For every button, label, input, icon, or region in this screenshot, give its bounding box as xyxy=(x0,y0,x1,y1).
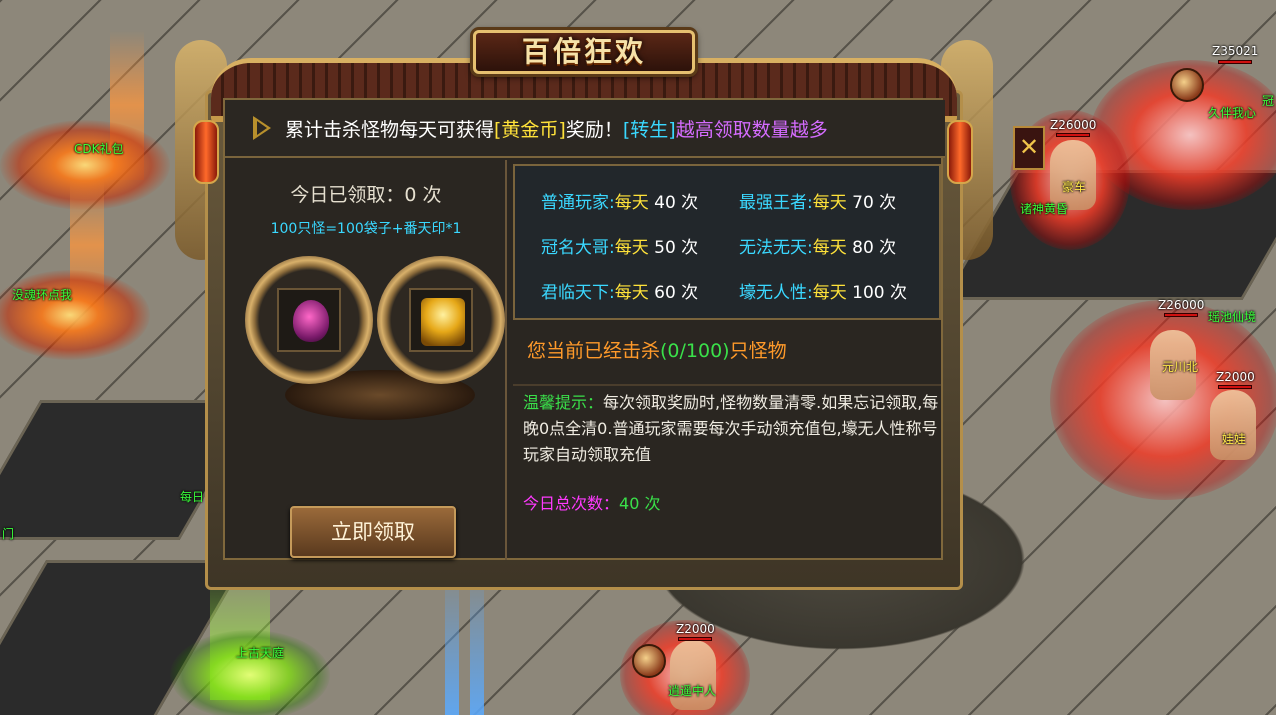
npc-label-men[interactable]: 门 xyxy=(2,525,14,542)
tier-per: 每天 xyxy=(614,238,649,258)
banner-text: 累计击杀怪物每天可获得[黄金币]奖励！[转生]越高领取数量越多 xyxy=(285,115,828,142)
tier-per: 每天 xyxy=(812,193,847,213)
tier-per: 每天 xyxy=(812,283,847,303)
total-value: 40 次 xyxy=(619,494,661,513)
npc-label-daily[interactable]: 每日 xyxy=(180,488,204,505)
tier-count: 60 次 xyxy=(648,283,699,303)
player-name-label: 豪车 xyxy=(1062,180,1087,194)
player-name-label: 诸神黄昏 xyxy=(1020,202,1069,216)
hp-bar xyxy=(1218,385,1252,389)
player-character[interactable] xyxy=(1210,390,1256,460)
tier-name: 无法无天: xyxy=(739,238,813,258)
npc-label-shanggu[interactable]: 上古天庭 xyxy=(236,644,284,661)
total-count: 今日总次数：40 次 xyxy=(523,490,660,514)
banner-text-part: 越高领取数量越多 xyxy=(675,118,828,141)
player-id-label: Z26000 xyxy=(1158,298,1205,312)
lantern-right-icon xyxy=(947,120,973,184)
player-name-label: 瑶池仙境 xyxy=(1208,310,1257,324)
tier-table: 普通玩家:每天 40 次 最强王者:每天 70 次 冠名大哥:每天 50 次 无… xyxy=(513,164,941,320)
player-character[interactable] xyxy=(670,640,716,710)
orb-icon xyxy=(1170,68,1204,102)
reward-formula: 100只怪=100袋子+番天印*1 xyxy=(270,221,462,237)
fire-portal xyxy=(0,270,150,360)
tier-count: 50 次 xyxy=(648,238,699,258)
reward-slot-ring xyxy=(245,256,373,384)
close-icon[interactable]: ✕ xyxy=(1013,126,1045,170)
banner-gold-coin: [黄金币] xyxy=(494,118,566,141)
claim-button[interactable]: 立即领取 xyxy=(290,506,456,558)
panel-title: 百倍狂欢 xyxy=(521,35,646,68)
banner-arrow-icon xyxy=(253,116,277,140)
title-plate: 百倍狂欢 xyxy=(473,30,695,74)
event-banner: 累计击杀怪物每天可获得[黄金币]奖励！[转生]越高领取数量越多 xyxy=(225,100,945,158)
reward-slot[interactable] xyxy=(277,288,341,352)
panel-content: 累计击杀怪物每天可获得[黄金币]奖励！[转生]越高领取数量越多 今日已领取：0 … xyxy=(223,98,945,560)
player-name-label: 娃娃 xyxy=(1222,432,1247,446)
tip-text: 温馨提示：每次领取奖励时,怪物数量清零.如果忘记领取,每晚0点全清0.普通玩家需… xyxy=(523,390,939,468)
hp-bar xyxy=(678,637,712,641)
divider xyxy=(513,384,941,386)
reward-bag-icon xyxy=(293,300,329,342)
player-name-label: 久伴我心 xyxy=(1208,106,1257,120)
player-id-label: Z2000 xyxy=(676,622,715,636)
banner-text-part: 奖励！ xyxy=(565,118,623,141)
reward-slot[interactable] xyxy=(409,288,473,352)
tier-per: 每天 xyxy=(614,193,649,213)
kill-progress: 您当前已经击杀(0/100)只怪物 xyxy=(527,336,787,363)
hp-bar xyxy=(1164,313,1198,317)
lantern-left-icon xyxy=(193,120,219,184)
tier-row: 君临天下:每天 60 次 xyxy=(541,278,698,303)
tier-name: 最强王者: xyxy=(739,193,813,213)
tier-row: 壕无人性:每天 100 次 xyxy=(739,278,907,303)
kill-count: (0/100) xyxy=(660,340,730,362)
tier-count: 70 次 xyxy=(846,193,897,213)
green-portal xyxy=(170,630,330,715)
tier-name: 冠名大哥: xyxy=(541,238,615,258)
reward-slot-ring xyxy=(377,256,505,384)
player-name-label: 冠 xyxy=(1262,94,1275,108)
event-panel: 百倍狂欢 累计击杀怪物每天可获得[黄金币]奖励！[转生]越高领取数量越多 今日已… xyxy=(175,30,1045,590)
tier-name: 君临天下: xyxy=(541,283,615,303)
tip-label: 温馨提示： xyxy=(523,393,604,412)
banner-rebirth: [转生] xyxy=(622,118,676,141)
npc-label-hun[interactable]: 没魂环点我 xyxy=(12,286,72,303)
tier-row: 冠名大哥:每天 50 次 xyxy=(541,233,698,258)
tier-per: 每天 xyxy=(614,283,649,303)
tier-row: 普通玩家:每天 40 次 xyxy=(541,188,698,213)
hp-bar xyxy=(1056,133,1090,137)
npc-label-cdk[interactable]: CDK礼包 xyxy=(74,140,124,157)
tier-name: 普通玩家: xyxy=(541,193,615,213)
player-name-label: 元川北 xyxy=(1162,360,1199,374)
tier-name: 壕无人性: xyxy=(739,283,813,303)
tier-count: 80 次 xyxy=(846,238,897,258)
player-id-label: Z2000 xyxy=(1216,370,1255,384)
banner-text-part: 累计击杀怪物每天可获得 xyxy=(285,118,495,141)
hp-bar xyxy=(1218,60,1252,64)
today-claimed: 今日已领取：0 次 xyxy=(290,184,442,206)
kill-suffix: 只怪物 xyxy=(729,340,787,362)
kill-prefix: 您当前已经击杀 xyxy=(527,340,661,362)
player-id-label: Z35021 xyxy=(1212,44,1259,58)
player-id-label: Z26000 xyxy=(1050,118,1097,132)
tier-row: 最强王者:每天 70 次 xyxy=(739,188,896,213)
player-name-label: 逍遥中人 xyxy=(668,684,717,698)
fantian-seal-icon xyxy=(421,298,465,346)
tier-per: 每天 xyxy=(812,238,847,258)
total-label: 今日总次数： xyxy=(523,494,620,513)
tier-count: 40 次 xyxy=(648,193,699,213)
reward-column: 今日已领取：0 次 100只怪=100袋子+番天印*1 立即领取 xyxy=(225,160,507,560)
orb-icon xyxy=(632,644,666,678)
tier-row: 无法无天:每天 80 次 xyxy=(739,233,896,258)
tier-count: 100 次 xyxy=(846,283,907,303)
